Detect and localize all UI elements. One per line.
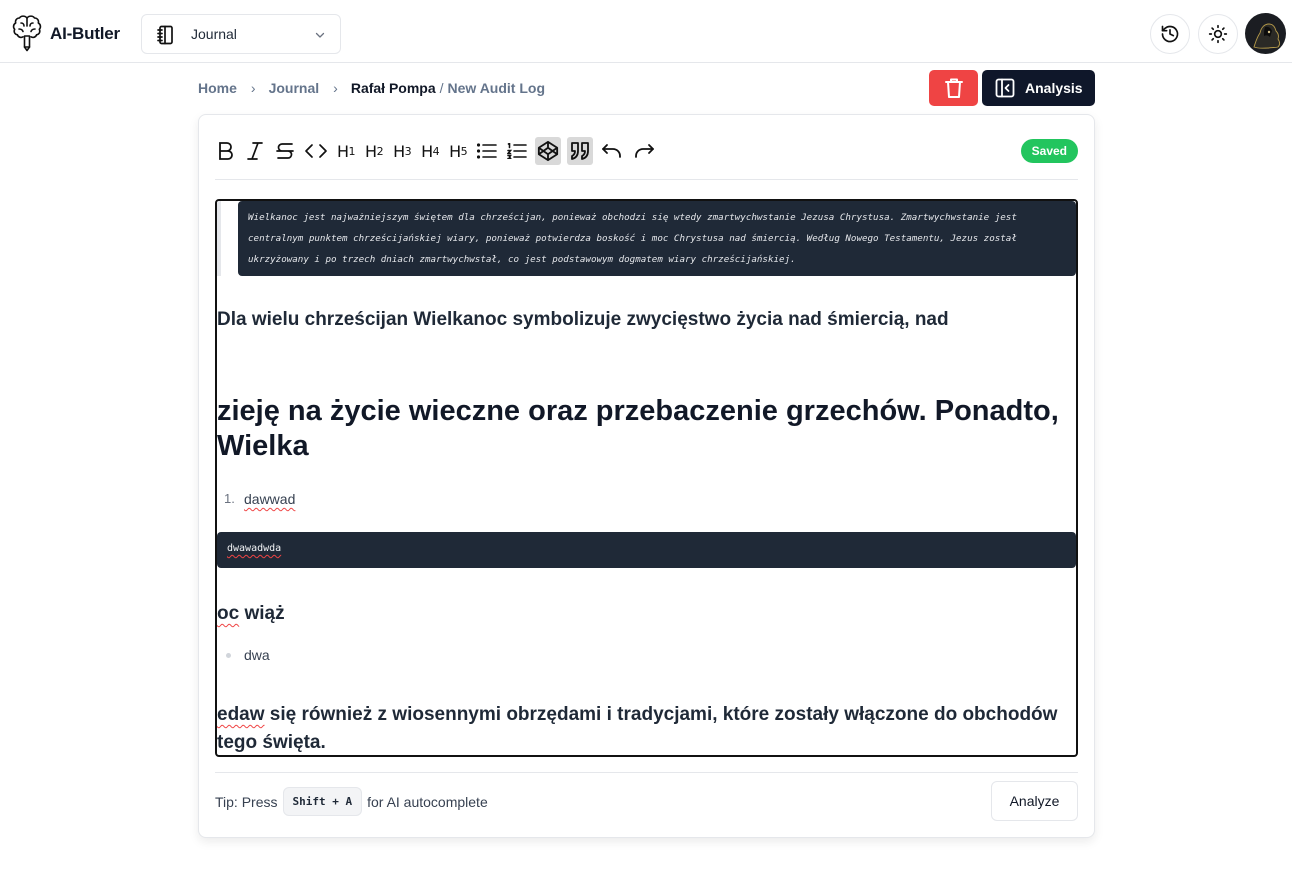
heading2-button[interactable]: H2 — [363, 137, 385, 165]
breadcrumb: Home › Journal › Rafał Pompa / New Audit… — [198, 80, 545, 96]
editor-card: H1 H2 H3 H4 H5 Saved Wielkanoc jest najw… — [198, 114, 1095, 838]
misspelled-word: oc — [217, 603, 240, 624]
heading5-button[interactable]: H5 — [447, 137, 469, 165]
strikethrough-icon — [276, 143, 294, 159]
workspace-selected-value: Journal — [191, 26, 237, 42]
editor-toolbar: H1 H2 H3 H4 H5 — [215, 137, 663, 165]
italic-icon — [247, 142, 263, 160]
strikethrough-button[interactable] — [273, 137, 297, 165]
blockquote-button[interactable] — [567, 137, 594, 165]
heading3-button[interactable]: H3 — [391, 137, 413, 165]
undo-icon — [602, 144, 622, 158]
heading-1: zieję na życie wieczne oraz przebaczenie… — [217, 395, 1059, 462]
brain-pencil-icon — [12, 15, 42, 52]
shortcut-key: Shift + A — [282, 787, 363, 816]
inline-code-button[interactable] — [303, 137, 329, 165]
heading1-button[interactable]: H1 — [335, 137, 357, 165]
list-number: 1. — [224, 491, 235, 506]
bullet-list-icon — [477, 143, 497, 159]
code-block-button[interactable] — [535, 137, 562, 165]
quoted-code-block: Wielkanoc jest najważniejszym świętem dl… — [238, 201, 1076, 276]
footer-divider — [215, 772, 1078, 773]
app-brand: AI-Butler — [50, 24, 120, 43]
workspace-selector[interactable]: Journal — [141, 14, 341, 54]
history-icon — [1161, 25, 1179, 43]
toolbar-divider — [215, 179, 1078, 180]
history-button[interactable] — [1150, 14, 1190, 54]
analysis-label: Analysis — [1025, 80, 1083, 96]
delete-button[interactable] — [929, 70, 978, 106]
sun-icon — [1208, 24, 1228, 44]
heading-text: wiąż — [239, 603, 285, 624]
undo-button[interactable] — [599, 137, 625, 165]
redo-button[interactable] — [631, 137, 657, 165]
bullet-dot — [226, 653, 231, 658]
heading-3: oc wiąż — [217, 603, 285, 625]
hooded-figure-avatar — [1253, 23, 1280, 49]
analyze-button[interactable]: Analyze — [991, 781, 1078, 821]
chevron-right-icon: › — [250, 80, 256, 96]
tip-prefix: Tip: Press — [215, 793, 278, 810]
breadcrumb-journal[interactable]: Journal — [269, 80, 320, 96]
list-item: dwa — [244, 647, 270, 663]
code-block: dwawadwda — [217, 532, 1076, 568]
heading-4: Dla wielu chrześcijan Wielkanoc symboliz… — [217, 309, 949, 330]
blockquote: Wielkanoc jest najważniejszym świętem dl… — [217, 201, 1076, 276]
breadcrumb-home[interactable]: Home — [198, 80, 237, 96]
bullet-list-button[interactable] — [475, 137, 499, 165]
theme-toggle-button[interactable] — [1198, 14, 1238, 54]
chevron-right-icon: › — [333, 80, 338, 96]
last-paragraph: edaw się również z wiosennymi obrzędami … — [217, 701, 1067, 755]
analysis-button[interactable]: Analysis — [982, 70, 1095, 106]
quote-icon — [571, 142, 590, 160]
top-bar: AI-Butler Journal — [0, 0, 1292, 63]
code-icon — [305, 144, 327, 158]
misspelled-word: edaw — [217, 704, 265, 725]
ordered-list-button[interactable] — [505, 137, 529, 165]
code-text: dwawadwda — [227, 543, 282, 554]
tip-suffix: for AI autocomplete — [367, 793, 488, 810]
ordered-list-icon — [507, 143, 527, 159]
notebook-icon — [157, 25, 173, 45]
paragraph-text: się również z wiosennymi obrzędami i tra… — [217, 704, 1058, 753]
saved-status-badge: Saved — [1020, 139, 1078, 163]
breadcrumb-slash: / — [439, 80, 444, 96]
breadcrumb-subtitle: New Audit Log — [447, 80, 545, 96]
italic-button[interactable] — [243, 137, 267, 165]
autocomplete-tip: Tip: Press Shift + A for AI autocomplete — [215, 787, 488, 816]
redo-icon — [635, 144, 655, 158]
bold-button[interactable] — [215, 137, 237, 165]
bold-icon — [219, 142, 233, 160]
rich-text-editor[interactable]: Wielkanoc jest najważniejszym świętem dl… — [215, 199, 1078, 757]
breadcrumb-current: Rafał Pompa — [350, 80, 436, 96]
list-item: dawwad — [244, 491, 296, 507]
chevron-down-icon — [315, 32, 325, 38]
trash-icon — [944, 78, 963, 98]
sidebar-collapse-icon — [995, 78, 1015, 98]
codepen-icon — [538, 140, 559, 162]
heading4-button[interactable]: H4 — [419, 137, 441, 165]
user-avatar[interactable] — [1245, 13, 1286, 54]
